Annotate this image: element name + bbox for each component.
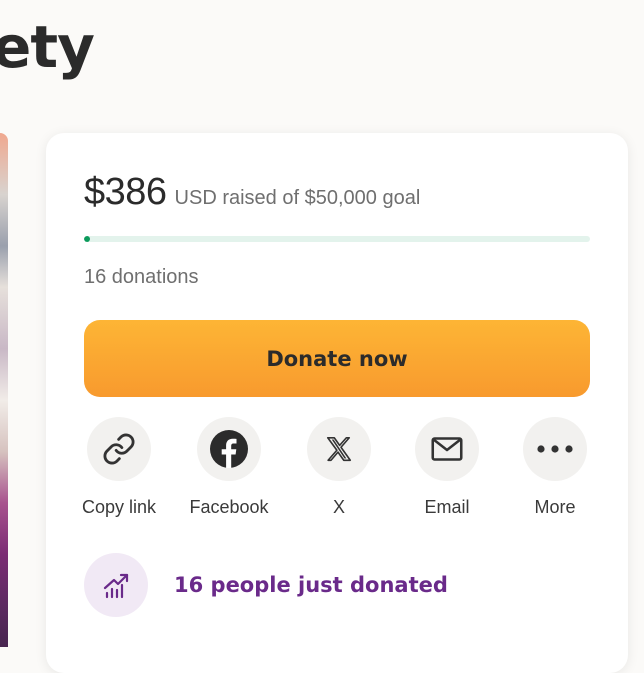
fundraiser-cover-image[interactable] [0,133,8,647]
more-share-button[interactable]: More [500,417,610,518]
envelope-icon [431,437,463,461]
link-icon [103,433,135,465]
share-options: Copy link Facebook X Email More [46,417,628,527]
progress-bar-fill [84,236,90,242]
recent-donations-activity[interactable]: 16 people just donated [84,553,448,617]
share-label-email: Email [424,497,470,517]
donation-card: $386 USD raised of $50,000 goal 16 donat… [46,133,628,673]
share-label-x: X [332,497,345,517]
donate-now-button[interactable]: Donate now [84,320,590,397]
raised-amount: $386 [84,171,167,213]
email-icon-circle[interactable] [415,417,479,481]
raised-summary: $386 USD raised of $50,000 goal [84,171,420,214]
trending-up-icon [103,573,129,599]
share-label-more: More [534,497,576,517]
email-share-button[interactable]: Email [392,417,502,518]
x-share-button[interactable]: X [284,417,394,518]
x-logo-icon [326,436,352,462]
more-dots-icon [537,445,573,453]
facebook-icon [210,430,248,468]
trend-icon-circle [84,553,148,617]
recent-donations-text: 16 people just donated [174,573,448,597]
progress-bar [84,236,590,242]
x-icon-circle[interactable] [307,417,371,481]
share-label-facebook: Facebook [189,497,269,517]
page-title: ety [0,13,95,81]
more-icon-circle[interactable] [523,417,587,481]
share-label-copy-link: Copy link [81,497,157,517]
copy-link-button[interactable]: Copy link [64,417,174,518]
copy-link-icon-circle[interactable] [87,417,151,481]
donation-count: 16 donations [84,266,199,288]
facebook-share-button[interactable]: Facebook [174,417,284,518]
facebook-icon-circle[interactable] [197,417,261,481]
raised-goal-text: USD raised of $50,000 goal [174,187,421,209]
